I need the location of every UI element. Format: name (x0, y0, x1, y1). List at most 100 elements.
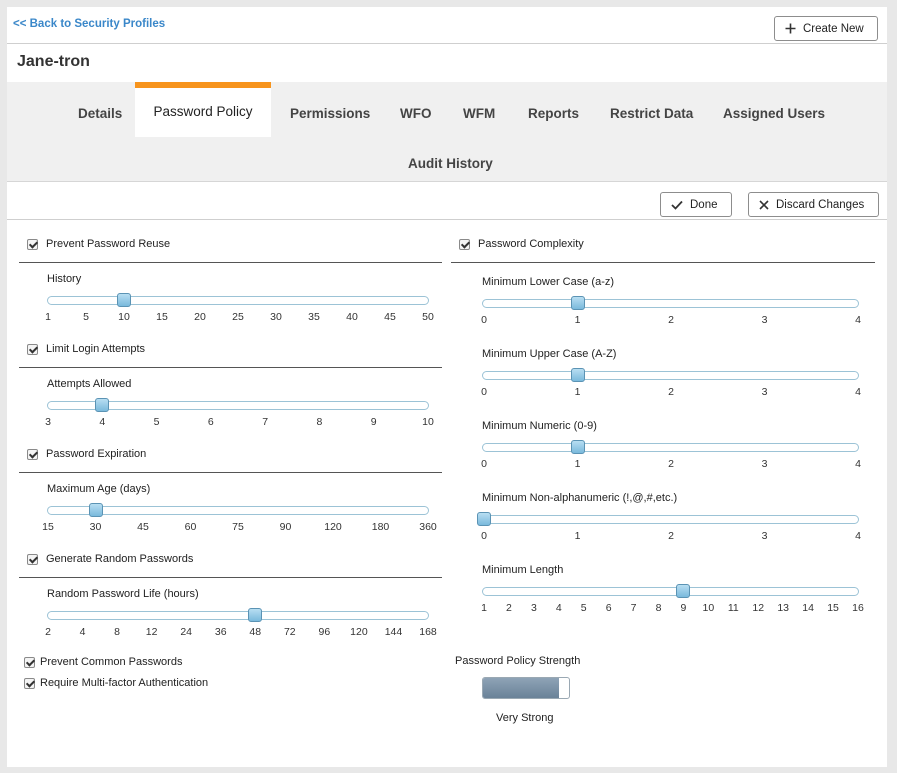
min-length-label: Minimum Length (482, 564, 564, 576)
top-bar: << Back to Security Profiles Create New (7, 7, 887, 44)
slider-tick-label: 4 (99, 416, 106, 428)
min-lower-case-label: Minimum Lower Case (a-z) (482, 276, 615, 288)
slider-tick-label: 8 (114, 626, 120, 638)
maximum-age-slider-handle[interactable] (88, 503, 103, 517)
random-password-life-label: Random Password Life (hours) (47, 588, 199, 600)
password-complexity-checkbox[interactable] (459, 238, 470, 250)
slider-tick-label: 0 (481, 386, 487, 398)
slider-tick-label: 16 (852, 602, 864, 614)
password-expiration-label: Password Expiration (46, 448, 147, 460)
min-length-slider-handle[interactable] (676, 584, 691, 598)
password-complexity-option[interactable]: Password Complexity (459, 238, 584, 250)
slider-tick-label: 2 (668, 314, 674, 326)
tab-permissions[interactable]: Permissions (290, 106, 370, 121)
slider-tick-label: 96 (318, 626, 331, 638)
slider-tick-label: 1 (574, 530, 581, 542)
min-numeric-label: Minimum Numeric (0-9) (482, 420, 597, 432)
slider-tick-label: 180 (371, 521, 390, 533)
slider-tick-label: 11 (727, 602, 739, 614)
slider-tick-label: 5 (580, 602, 587, 614)
slider-tick-label: 8 (655, 602, 662, 614)
tab-reports[interactable]: Reports (528, 106, 579, 121)
password-expiration-checkbox[interactable] (27, 448, 38, 460)
tab-audit-history[interactable]: Audit History (408, 156, 493, 171)
prevent-password-reuse-option[interactable]: Prevent Password Reuse (27, 238, 170, 250)
min-numeric-slider[interactable] (482, 443, 859, 452)
password-expiration-option[interactable]: Password Expiration (27, 448, 146, 460)
generate-random-passwords-option[interactable]: Generate Random Passwords (27, 553, 193, 565)
slider-tick-label: 10 (702, 602, 715, 614)
slider-tick-label: 10 (118, 311, 130, 323)
password-complexity-label: Password Complexity (478, 238, 584, 250)
password-policy-strength-value: Very Strong (496, 712, 554, 724)
done-label: Done (690, 198, 718, 211)
slider-tick-label: 120 (324, 521, 342, 533)
min-length-slider[interactable] (482, 587, 859, 596)
back-to-security-profiles-link[interactable]: << Back to Security Profiles (13, 18, 165, 30)
slider-tick-label: 15 (827, 602, 839, 614)
limit-login-attempts-option[interactable]: Limit Login Attempts (27, 343, 145, 355)
close-icon (759, 199, 769, 210)
require-mfa-checkbox[interactable] (24, 677, 35, 689)
slider-tick-label: 36 (214, 626, 227, 638)
tab-password-policy[interactable]: Password Policy (135, 82, 271, 137)
create-new-button[interactable]: Create New (774, 16, 878, 41)
slider-tick-label: 9 (370, 416, 377, 428)
prevent-common-passwords-option[interactable]: Prevent Common Passwords (24, 656, 182, 668)
slider-tick-label: 3 (761, 530, 768, 542)
slider-tick-label: 72 (283, 626, 296, 638)
slider-tick-label: 1 (481, 602, 487, 614)
maximum-age-slider[interactable] (47, 506, 429, 515)
slider-tick-label: 6 (605, 602, 612, 614)
require-mfa-option[interactable]: Require Multi-factor Authentication (24, 677, 208, 689)
random-password-life-slider[interactable] (47, 611, 429, 620)
prevent-common-passwords-label: Prevent Common Passwords (40, 656, 183, 668)
tab-wfm[interactable]: WFM (463, 106, 495, 121)
prevent-common-passwords-checkbox[interactable] (24, 656, 35, 668)
tab-restrict-data[interactable]: Restrict Data (610, 106, 693, 121)
history-slider[interactable] (47, 296, 429, 305)
slider-tick-label: 24 (180, 626, 193, 638)
password-policy-strength-meter (482, 677, 570, 699)
done-button[interactable]: Done (660, 192, 732, 217)
slider-tick-label: 0 (481, 314, 487, 326)
prevent-password-reuse-label: Prevent Password Reuse (46, 238, 171, 250)
generate-random-passwords-checkbox[interactable] (27, 553, 38, 565)
tab-details[interactable]: Details (78, 106, 122, 121)
section-divider (19, 577, 442, 578)
slider-tick-label: 45 (384, 311, 396, 323)
tab-assigned-users[interactable]: Assigned Users (723, 106, 825, 121)
plus-icon (785, 23, 796, 34)
tab-wfo[interactable]: WFO (400, 106, 432, 121)
slider-tick-label: 0 (481, 458, 487, 470)
slider-tick-label: 4 (855, 386, 861, 398)
section-divider (19, 367, 442, 368)
min-numeric-slider-handle[interactable] (570, 440, 585, 454)
attempts-allowed-slider-handle[interactable] (95, 398, 110, 412)
min-non-alphanumeric-slider[interactable] (482, 515, 859, 524)
slider-tick-label: 14 (802, 602, 814, 614)
limit-login-attempts-checkbox[interactable] (27, 343, 38, 355)
slider-tick-label: 35 (308, 311, 320, 323)
min-lower-case-slider[interactable] (482, 299, 859, 308)
prevent-password-reuse-checkbox[interactable] (27, 238, 38, 250)
random-password-life-slider-handle[interactable] (248, 608, 263, 622)
slider-tick-label: 120 (350, 626, 368, 638)
history-slider-handle[interactable] (117, 293, 131, 307)
min-lower-case-slider-handle[interactable] (570, 296, 585, 310)
slider-tick-label: 360 (419, 521, 437, 533)
slider-tick-label: 4 (855, 530, 861, 542)
min-upper-case-slider[interactable] (482, 371, 859, 380)
profile-name: Jane-tron (17, 53, 90, 70)
slider-tick-label: 1 (574, 458, 581, 470)
tab-password-policy-label: Password Policy (153, 104, 253, 119)
maximum-age-label: Maximum Age (days) (47, 483, 151, 495)
slider-tick-label: 9 (680, 602, 687, 614)
slider-tick-label: 30 (270, 311, 282, 323)
slider-tick-label: 75 (232, 521, 244, 533)
min-non-alphanumeric-slider-handle[interactable] (477, 512, 491, 526)
password-policy-strength-label: Password Policy Strength (455, 655, 581, 667)
slider-tick-label: 1 (574, 386, 581, 398)
discard-changes-button[interactable]: Discard Changes (748, 192, 879, 217)
min-upper-case-slider-handle[interactable] (570, 368, 585, 382)
